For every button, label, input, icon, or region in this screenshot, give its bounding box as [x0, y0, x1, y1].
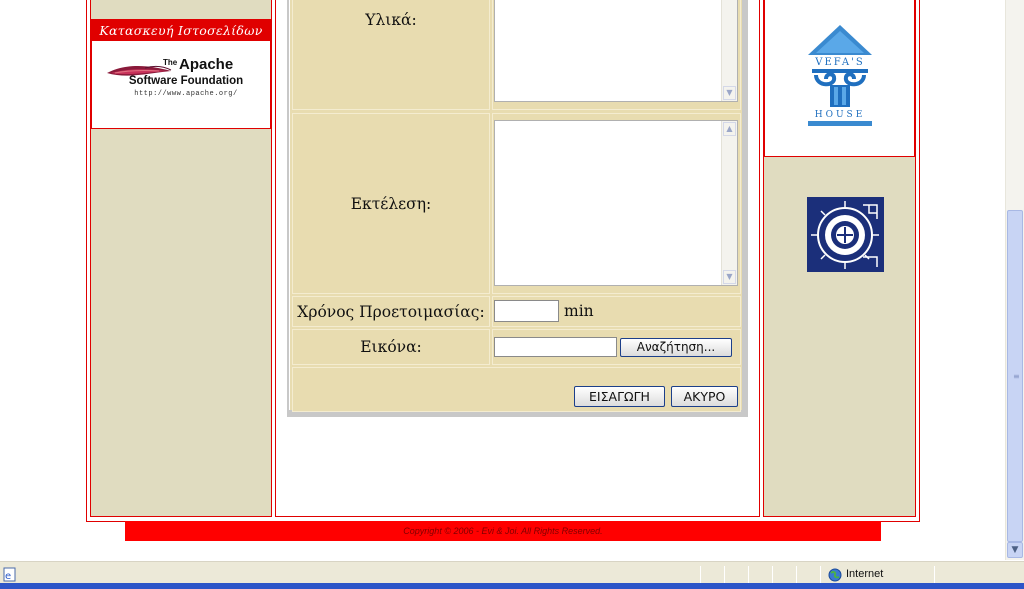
browser-vertical-scrollbar[interactable]: ≡ ▼: [1005, 0, 1024, 560]
ingredients-textarea[interactable]: ▼: [494, 0, 738, 102]
grip-icon: ≡: [1013, 372, 1020, 381]
ingredients-label: Υλικά:: [292, 0, 490, 110]
execution-scrollbar[interactable]: ▲ ▼: [721, 121, 737, 285]
prep-time-label: Χρόνος Προετοιμασίας:: [292, 296, 490, 327]
prep-time-input[interactable]: [494, 300, 559, 322]
scroll-up-icon[interactable]: ▲: [723, 122, 736, 136]
scroll-down-button[interactable]: ▼: [1007, 542, 1023, 558]
apache-url-text: http://www.apache.org/: [134, 90, 238, 98]
globe-icon: [828, 568, 842, 582]
vefas-logo-bottom-text: HOUSE: [815, 110, 866, 120]
vefas-logo-top-text: VEFA'S: [814, 57, 864, 68]
taskbar-edge: [0, 583, 1024, 589]
scroll-down-icon[interactable]: ▼: [723, 86, 736, 100]
vefas-house-logo[interactable]: VEFA'S HOUSE: [806, 25, 874, 127]
security-zone-text: Internet: [846, 568, 884, 580]
ingredients-scrollbar[interactable]: ▼: [721, 0, 737, 101]
execution-textarea[interactable]: ▲ ▼: [494, 120, 738, 286]
sponsor-box: Κατασκευή Ιστοσελίδων The Apache Softwar…: [91, 19, 271, 129]
prep-time-unit: min: [564, 302, 594, 320]
page-viewport: Κατασκευή Ιστοσελίδων The Apache Softwar…: [0, 0, 1005, 560]
svg-text:e: e: [5, 571, 11, 582]
scrollbar-thumb[interactable]: ≡: [1007, 210, 1023, 542]
browse-button[interactable]: Αναζήτηση...: [620, 338, 732, 357]
execution-label: Εκτέλεση:: [292, 113, 490, 294]
apache-foundation-text: Software Foundation: [128, 75, 244, 87]
sponsor-box-title: Κατασκευή Ιστοσελίδων: [92, 20, 270, 41]
copyright-footer: Copyright © 2006 - Evi & Joi. All Rights…: [125, 521, 881, 541]
university-seal-logo[interactable]: [807, 197, 884, 272]
apache-logo[interactable]: The Apache Software Foundation http://ww…: [101, 55, 261, 111]
apache-the-text: The: [163, 58, 178, 67]
image-file-input[interactable]: [494, 337, 617, 357]
cancel-button[interactable]: ΑΚΥΡΟ: [671, 386, 738, 407]
scroll-down-icon[interactable]: ▼: [723, 270, 736, 284]
submit-button[interactable]: ΕΙΣΑΓΩΓΗ: [574, 386, 665, 407]
page-icon: e: [3, 567, 16, 582]
apache-name-text: Apache: [179, 56, 234, 73]
image-label: Εικόνα:: [292, 329, 490, 365]
